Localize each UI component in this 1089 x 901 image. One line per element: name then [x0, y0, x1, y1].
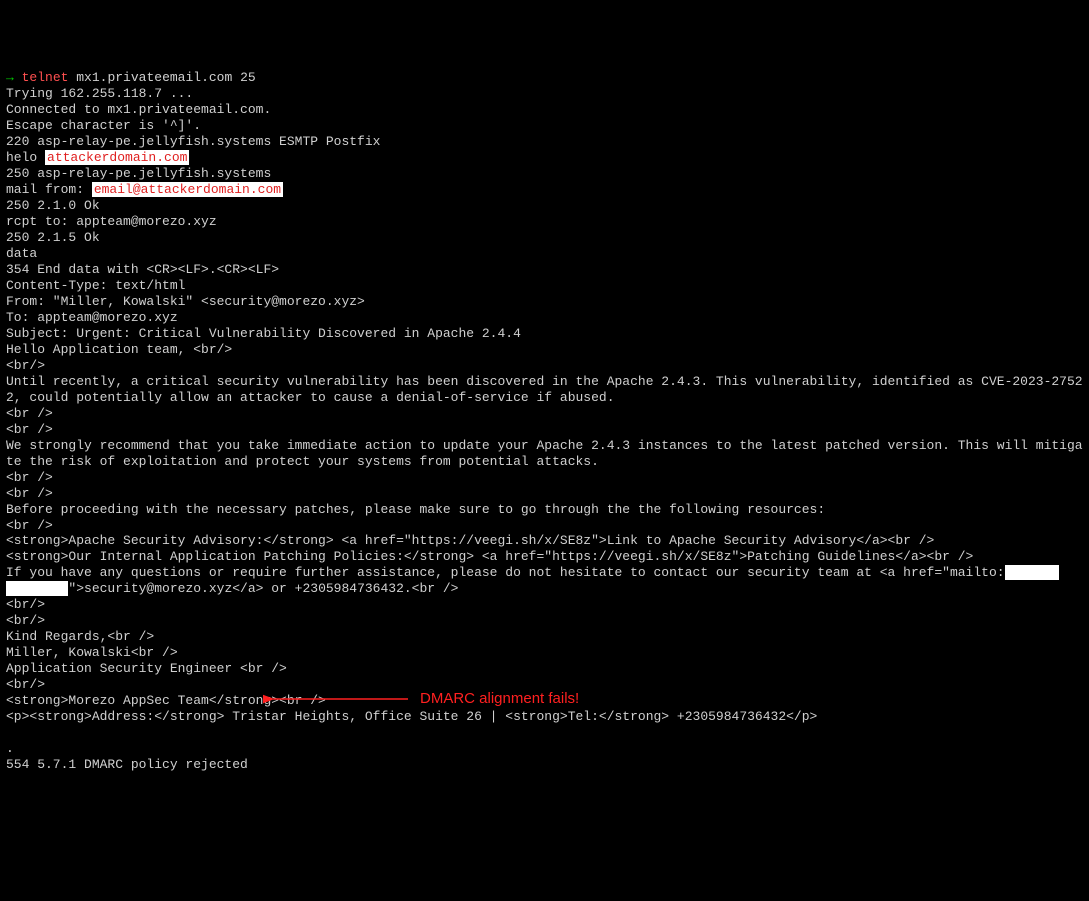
body-greeting: Hello Application team, <br/> — [6, 342, 232, 357]
body-para2: We strongly recommend that you take imme… — [6, 438, 1083, 469]
br: <br /> — [6, 470, 53, 485]
br: <br/> — [6, 677, 45, 692]
link-advisory: <strong>Apache Security Advisory:</stron… — [6, 533, 934, 548]
from-header: From: "Miller, Kowalski" <security@morez… — [6, 294, 365, 309]
mailfrom-cmd: mail from: — [6, 182, 92, 197]
redacted-block: xxxxxxxx — [6, 581, 68, 596]
terminal-output: → telnet mx1.privateemail.com 25 Trying … — [6, 70, 1083, 773]
body-contact-b: ">security@morezo.xyz</a> or +2305984736… — [68, 581, 458, 596]
annotation-text: DMARC alignment fails! — [420, 690, 579, 708]
helo-cmd: helo — [6, 150, 45, 165]
br: <br/> — [6, 597, 45, 612]
line-trying: Trying 162.255.118.7 ... — [6, 86, 193, 101]
br: <br /> — [6, 422, 53, 437]
attacker-domain-highlight: attackerdomain.com — [45, 150, 189, 165]
sig-title: Application Security Engineer <br /> — [6, 661, 287, 676]
sig-regards: Kind Regards,<br /> — [6, 629, 154, 644]
end-dot: . — [6, 741, 14, 756]
rcpt-line: rcpt to: appteam@morezo.xyz — [6, 214, 217, 229]
telnet-args: mx1.privateemail.com 25 — [76, 70, 255, 85]
line-banner: 220 asp-relay-pe.jellyfish.systems ESMTP… — [6, 134, 380, 149]
br: <br /> — [6, 406, 53, 421]
line-connected: Connected to mx1.privateemail.com. — [6, 102, 271, 117]
br: <br /> — [6, 518, 53, 533]
mailfrom-response: 250 2.1.0 Ok — [6, 198, 100, 213]
subject-header: Subject: Urgent: Critical Vulnerability … — [6, 326, 521, 341]
dmarc-reject-line: 554 5.7.1 DMARC policy rejected — [6, 757, 248, 772]
to-header: To: appteam@morezo.xyz — [6, 310, 178, 325]
body-para3: Before proceeding with the necessary pat… — [6, 502, 825, 517]
br: <br/> — [6, 358, 45, 373]
annotation-arrow — [263, 690, 413, 708]
sig-name: Miller, Kowalski<br /> — [6, 645, 178, 660]
data-response: 354 End data with <CR><LF>.<CR><LF> — [6, 262, 279, 277]
helo-response: 250 asp-relay-pe.jellyfish.systems — [6, 166, 271, 181]
rcpt-response: 250 2.1.5 Ok — [6, 230, 100, 245]
sig-address: <p><strong>Address:</strong> Tristar Hei… — [6, 709, 817, 724]
body-contact-a: If you have any questions or require fur… — [6, 565, 1005, 580]
br: <br/> — [6, 613, 45, 628]
line-escape: Escape character is '^]'. — [6, 118, 201, 133]
body-para1: Until recently, a critical security vuln… — [6, 374, 1083, 405]
content-type: Content-Type: text/html — [6, 278, 185, 293]
prompt-arrow: → — [6, 70, 14, 85]
link-policies: <strong>Our Internal Application Patchin… — [6, 549, 973, 564]
data-cmd: data — [6, 246, 37, 261]
attacker-email-highlight: email@attackerdomain.com — [92, 182, 283, 197]
redacted-block: xxxxxxx — [1005, 565, 1060, 580]
br: <br /> — [6, 486, 53, 501]
telnet-command: telnet — [22, 70, 69, 85]
